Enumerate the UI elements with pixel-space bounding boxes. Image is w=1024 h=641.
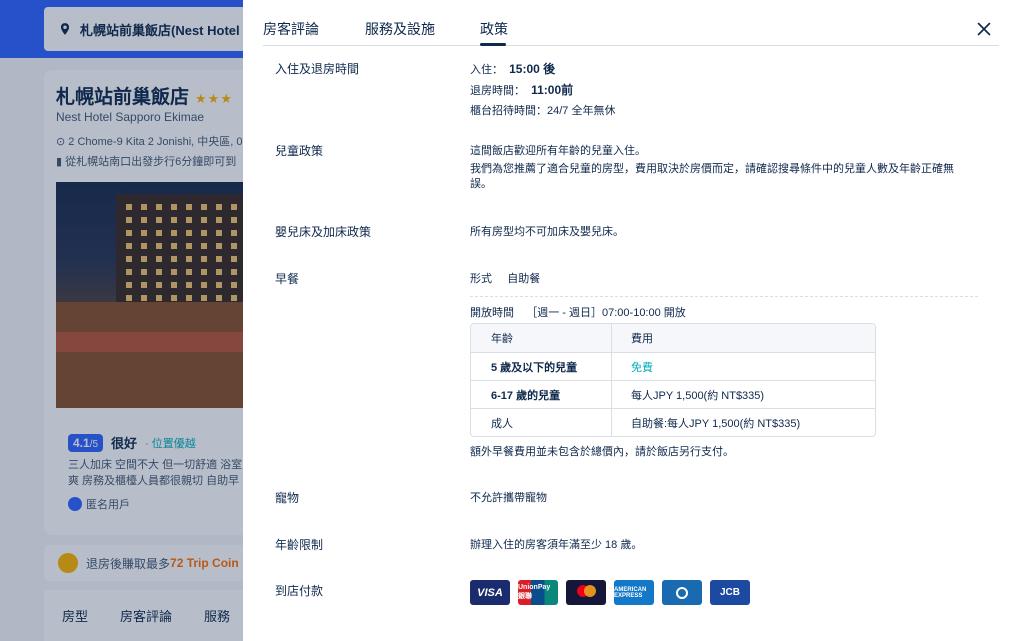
checkin-time: 入住： 15:00 後: [470, 62, 556, 76]
column-header-fee: 費用: [631, 333, 653, 345]
fee-cell: 免費: [631, 361, 653, 374]
table-row: 6-17 歲的兒童 每人JPY 1,500(約 NT$335): [471, 380, 875, 408]
pets-title: 寵物: [275, 491, 300, 505]
drawer-tabs: 房客評論 服務及設施 政策: [263, 0, 999, 46]
policy-drawer: 房客評論 服務及設施 政策 入住及退房時間 入住： 15:00 後 退房時間： …: [243, 0, 1024, 641]
divider: [470, 296, 978, 297]
age-restriction-title: 年齡限制: [275, 538, 324, 552]
amex-card-icon: AMERICAN EXPRESS: [614, 580, 654, 605]
close-button[interactable]: [973, 18, 995, 40]
extrabed-text: 所有房型均不可加床及嬰兒床。: [470, 226, 624, 238]
extrabed-title: 嬰兒床及加床政策: [275, 225, 372, 239]
fee-cell: 每人JPY 1,500(約 NT$335): [631, 389, 765, 402]
active-tab-indicator: [480, 43, 506, 46]
frontdesk-hours: 櫃台招待時間：24/7 全年無休: [470, 105, 616, 117]
breakfast-note: 額外早餐費用並未包含於總價內，請於飯店另行支付。: [470, 446, 734, 458]
payment-title: 到店付款: [275, 584, 324, 598]
unionpay-card-icon: UnionPay 銀聯: [518, 580, 558, 605]
tab-reviews[interactable]: 房客評論: [263, 19, 319, 39]
age-restriction-text: 辦理入住的房客須年滿至少 18 歲。: [470, 539, 643, 551]
column-header-age: 年齡: [471, 324, 612, 352]
mastercard-icon: [566, 580, 606, 605]
fee-cell: 自助餐:每人JPY 1,500(約 NT$335): [631, 417, 801, 430]
payment-cards: VISA UnionPay 銀聯 AMERICAN EXPRESS JCB: [470, 580, 750, 605]
age-cell: 成人: [471, 409, 612, 436]
tab-policy[interactable]: 政策: [480, 19, 508, 39]
breakfast-hours: 開放時間 ［週一 - 週日］07:00-10:00 開放: [470, 307, 686, 319]
children-policy-line1: 這間飯店歡迎所有年齡的兒童入住。: [470, 145, 646, 157]
table-row: 5 歲及以下的兒童 免費: [471, 352, 875, 380]
age-cell: 6-17 歲的兒童: [471, 381, 612, 408]
checkin-title: 入住及退房時間: [275, 62, 360, 76]
diners-card-icon: [662, 580, 702, 605]
close-icon: [977, 22, 991, 36]
jcb-card-icon: JCB: [710, 580, 750, 605]
breakfast-title: 早餐: [275, 272, 300, 286]
visa-card-icon: VISA: [470, 580, 510, 605]
table-row: 成人 自助餐:每人JPY 1,500(約 NT$335): [471, 408, 875, 436]
checkout-time: 退房時間： 11:00前: [470, 83, 574, 97]
tab-facilities[interactable]: 服務及設施: [365, 19, 435, 39]
breakfast-type: 形式 自助餐: [470, 273, 541, 285]
age-cell: 5 歲及以下的兒童: [471, 353, 612, 380]
children-policy-line2: 我們為您推薦了適合兒童的房型，費用取決於房價而定，請確認搜尋條件中的兒童人數及年…: [470, 163, 954, 190]
breakfast-fee-table: 年齡 費用 5 歲及以下的兒童 免費 6-17 歲的兒童 每人JPY 1,500…: [470, 323, 876, 437]
pets-text: 不允許攜帶寵物: [470, 492, 547, 504]
table-header-row: 年齡 費用: [471, 324, 875, 352]
children-policy-title: 兒童政策: [275, 144, 324, 158]
